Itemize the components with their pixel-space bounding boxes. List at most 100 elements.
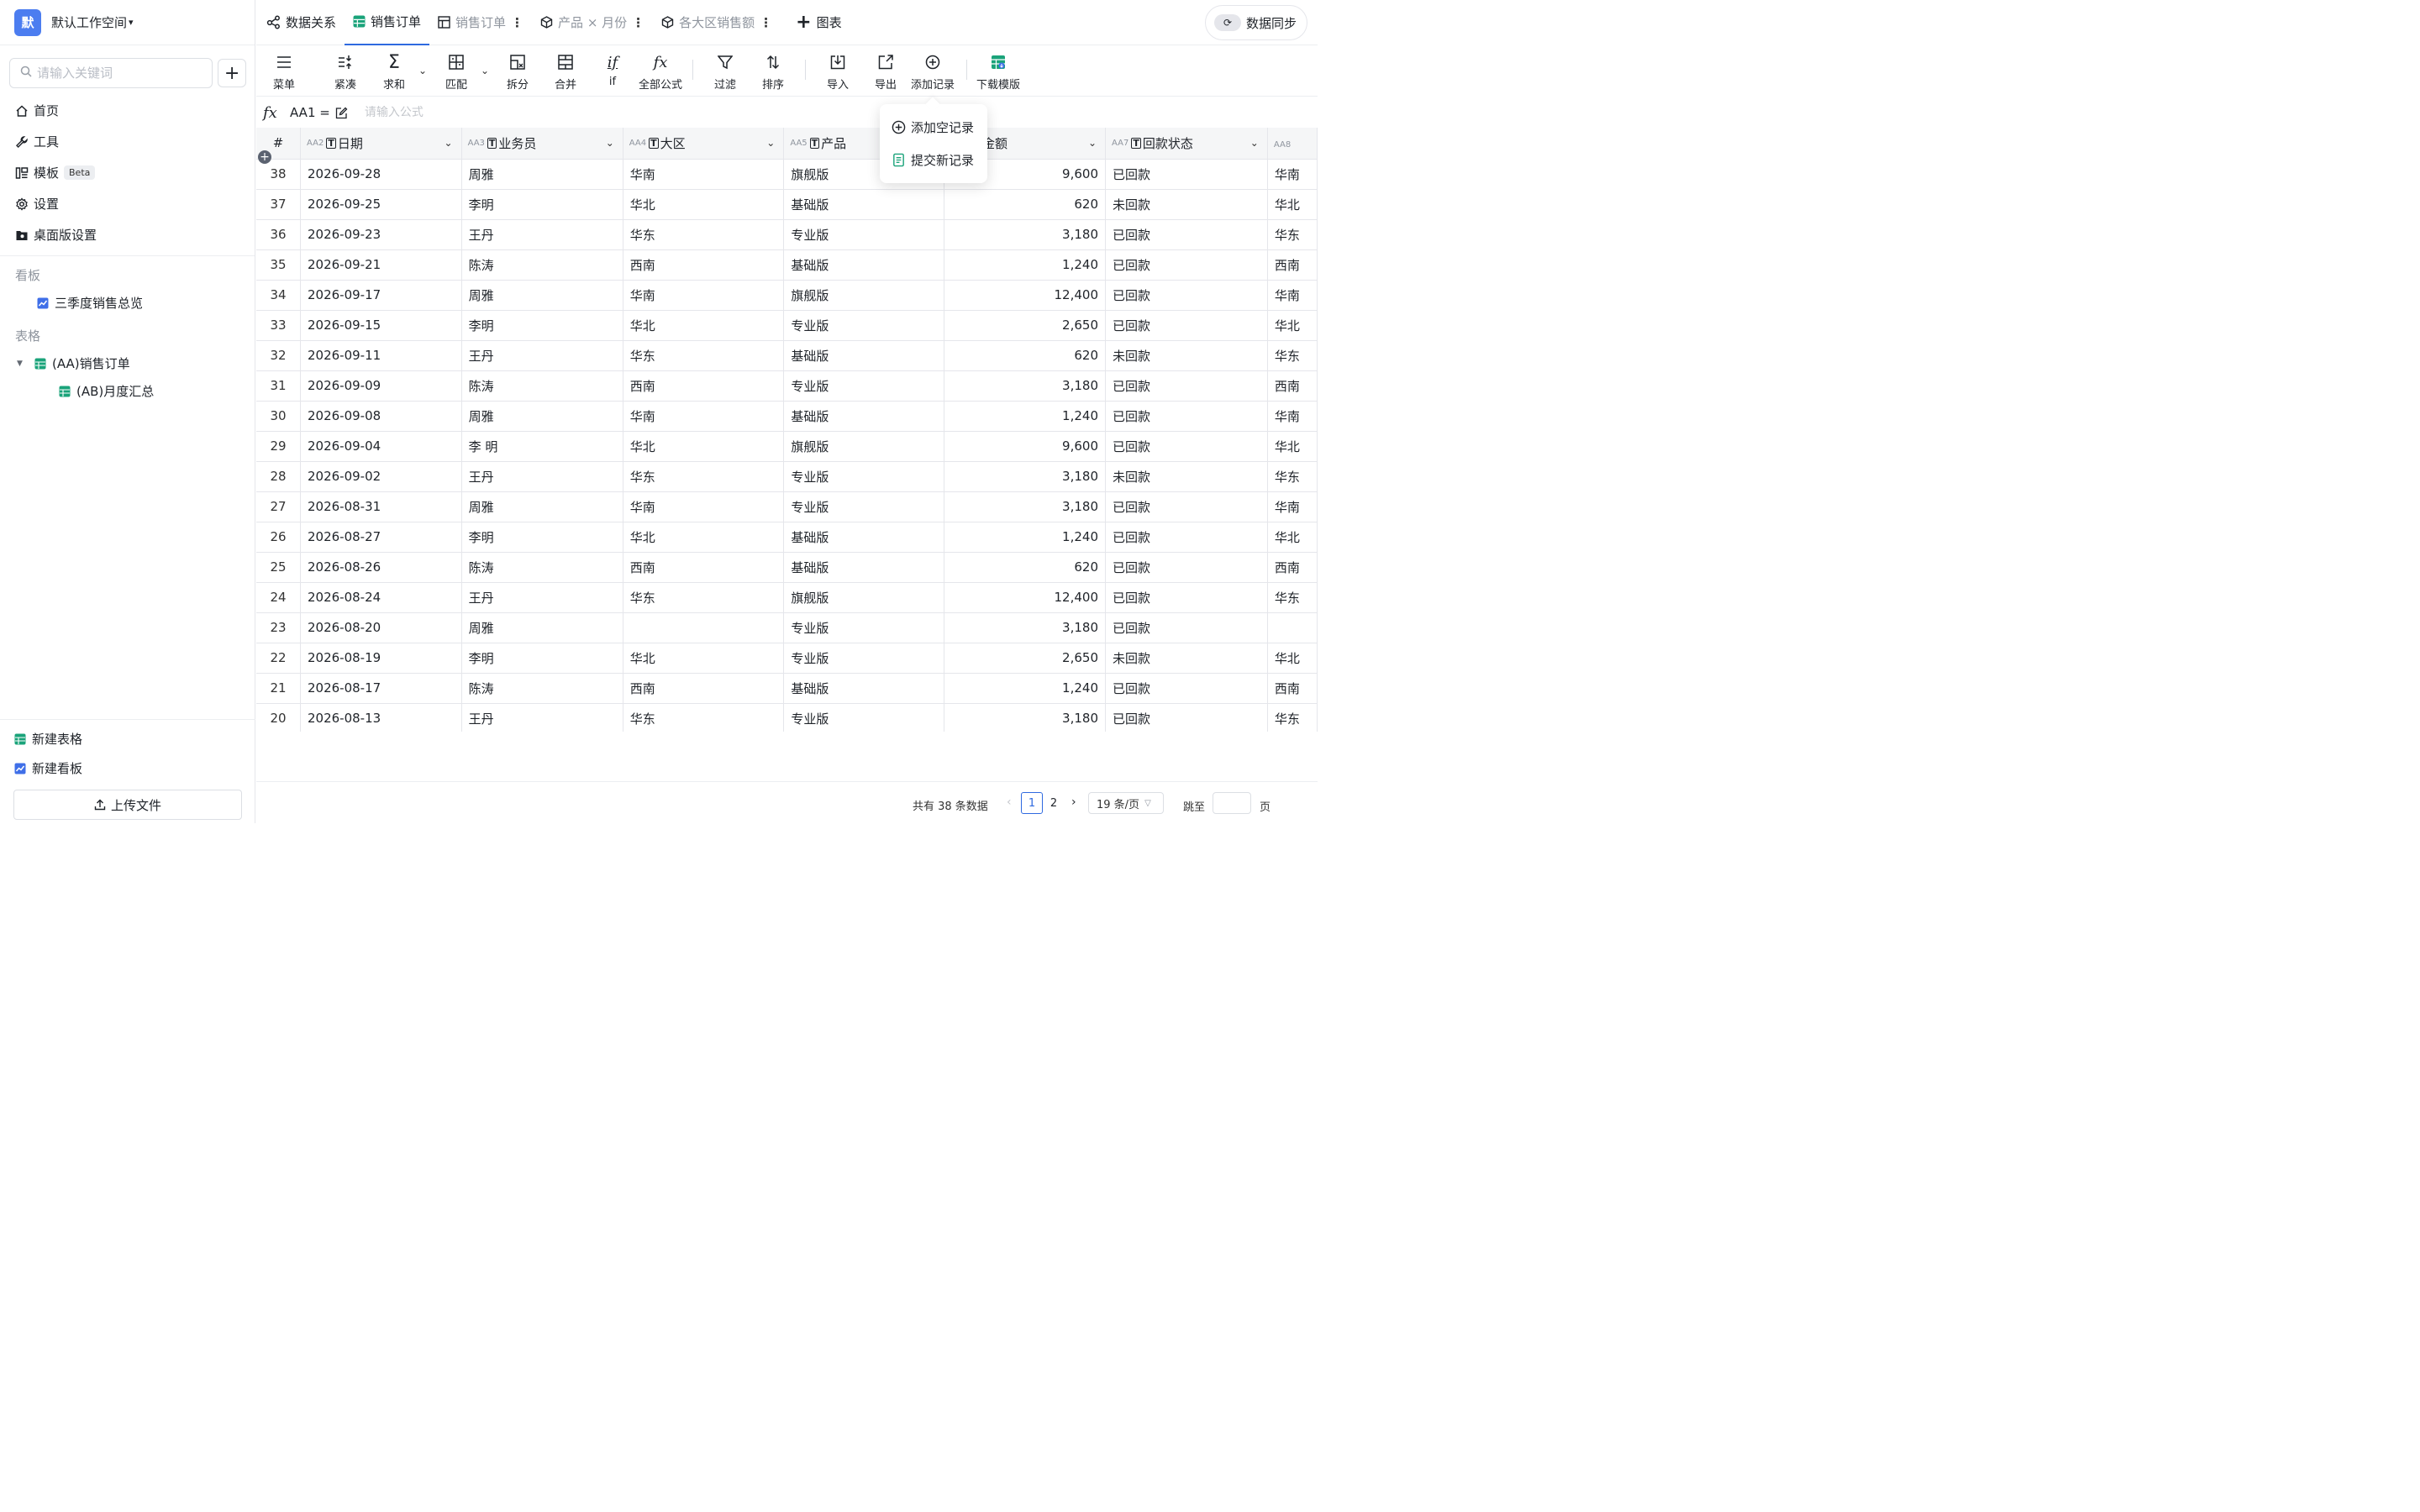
row-index[interactable]: 22 [256, 643, 301, 674]
product-cell[interactable]: 专业版 [783, 703, 945, 732]
row-index[interactable]: 20 [256, 703, 301, 732]
row-index[interactable]: 25 [256, 552, 301, 583]
amount-cell[interactable]: 9,600 [944, 431, 1106, 462]
chevron-down-icon[interactable]: ⌄ [606, 137, 614, 149]
table-item-ab[interactable]: (AB)月度汇总 [0, 377, 255, 405]
region-cell[interactable]: 华东 [623, 340, 785, 371]
chevron-down-icon[interactable]: ⌄ [1250, 137, 1259, 149]
table-row[interactable]: 23 2026-08-20 周雅 专业版 3,180 已回款 [256, 612, 1318, 643]
product-cell[interactable]: 基础版 [783, 552, 945, 583]
aa8-cell[interactable]: 华北 [1267, 643, 1318, 674]
payment-status-cell[interactable]: 已回款 [1105, 280, 1268, 311]
chevron-down-icon[interactable]: ⌄ [766, 137, 775, 149]
column-header-aa8[interactable]: AA8 [1267, 128, 1318, 160]
salesperson-cell[interactable]: 陈涛 [461, 249, 623, 281]
tab-region-sales[interactable]: 各大区销售额 ⋮ [653, 0, 781, 45]
payment-status-cell[interactable]: 已回款 [1105, 219, 1268, 250]
payment-status-cell[interactable]: 已回款 [1105, 703, 1268, 732]
table-row[interactable]: 20 2026-08-13 王丹 华东 专业版 3,180 已回款 华东 [256, 703, 1318, 732]
product-cell[interactable]: 基础版 [783, 522, 945, 553]
more-icon[interactable]: ⋮ [760, 15, 772, 30]
table-row[interactable]: 34 2026-09-17 周雅 华南 旗舰版 12,400 已回款 华南 [256, 280, 1318, 311]
dashboard-item[interactable]: 三季度销售总览 [0, 289, 255, 317]
salesperson-cell[interactable]: 周雅 [461, 280, 623, 311]
amount-cell[interactable]: 3,180 [944, 491, 1106, 522]
product-cell[interactable]: 专业版 [783, 461, 945, 492]
amount-cell[interactable]: 3,180 [944, 703, 1106, 732]
aa8-cell[interactable]: 华北 [1267, 431, 1318, 462]
table-row[interactable]: 21 2026-08-17 陈涛 西南 基础版 1,240 已回款 西南 [256, 673, 1318, 704]
row-index[interactable]: 23 [256, 612, 301, 643]
salesperson-cell[interactable]: 陈涛 [461, 370, 623, 402]
salesperson-cell[interactable]: 李明 [461, 643, 623, 674]
salesperson-cell[interactable]: 李 明 [461, 431, 623, 462]
data-sync-button[interactable]: ⟳ 数据同步 [1204, 5, 1307, 40]
salesperson-cell[interactable]: 陈涛 [461, 552, 623, 583]
salesperson-cell[interactable]: 王丹 [461, 461, 623, 492]
table-row[interactable]: 30 2026-09-08 周雅 华南 基础版 1,240 已回款 华南 [256, 401, 1318, 432]
compact-button[interactable]: 紧凑 [322, 51, 369, 92]
table-row[interactable]: 32 2026-09-11 王丹 华东 基础版 620 未回款 华东 [256, 340, 1318, 371]
aa8-cell[interactable]: 西南 [1267, 370, 1318, 402]
payment-status-cell[interactable]: 已回款 [1105, 431, 1268, 462]
aa8-cell[interactable]: 华东 [1267, 340, 1318, 371]
merge-button[interactable]: 合并 [542, 51, 589, 92]
chevron-down-icon[interactable]: ⌄ [481, 65, 489, 76]
region-cell[interactable]: 西南 [623, 249, 785, 281]
date-cell[interactable]: 2026-09-23 [300, 219, 462, 250]
if-button[interactable]: if if [589, 51, 636, 89]
row-index[interactable]: 32 [256, 340, 301, 371]
salesperson-cell[interactable]: 王丹 [461, 340, 623, 371]
region-cell[interactable]: 华北 [623, 522, 785, 553]
new-dashboard-button[interactable]: 新建看板 [0, 753, 255, 783]
table-row[interactable]: 29 2026-09-04 李 明华北 旗舰版 9,600 已回款 华北 [256, 431, 1318, 462]
table-row[interactable]: 27 2026-08-31 周雅 华南 专业版 3,180 已回款 华南 [256, 491, 1318, 522]
salesperson-cell[interactable]: 王丹 [461, 219, 623, 250]
amount-cell[interactable]: 3,180 [944, 461, 1106, 492]
aa8-cell[interactable]: 华南 [1267, 401, 1318, 432]
payment-status-cell[interactable]: 已回款 [1105, 582, 1268, 613]
chevron-down-icon[interactable]: ⌄ [1088, 137, 1097, 149]
search-input[interactable] [37, 66, 205, 81]
tab-data-relations[interactable]: 数据关系 [256, 0, 345, 45]
product-cell[interactable]: 基础版 [783, 189, 945, 220]
salesperson-cell[interactable]: 周雅 [461, 401, 623, 432]
table-row[interactable]: 37 2026-09-25 李明 华北 基础版 620 未回款 华北 [256, 189, 1318, 220]
payment-status-cell[interactable]: 已回款 [1105, 673, 1268, 704]
region-cell[interactable]: 华东 [623, 219, 785, 250]
page-2-button[interactable]: 2 [1043, 792, 1065, 814]
payment-status-cell[interactable]: 已回款 [1105, 612, 1268, 643]
payment-status-cell[interactable]: 已回款 [1105, 522, 1268, 553]
amount-cell[interactable]: 1,240 [944, 673, 1106, 704]
row-index[interactable]: 33 [256, 310, 301, 341]
payment-status-cell[interactable]: 已回款 [1105, 491, 1268, 522]
upload-button[interactable]: 上传文件 [13, 790, 242, 820]
aa8-cell[interactable]: 华东 [1267, 703, 1318, 732]
product-cell[interactable]: 旗舰版 [783, 582, 945, 613]
more-icon[interactable]: ⋮ [511, 15, 523, 30]
aa8-cell[interactable]: 华东 [1267, 461, 1318, 492]
amount-cell[interactable]: 12,400 [944, 280, 1106, 311]
row-index[interactable]: 36 [256, 219, 301, 250]
next-page-icon[interactable]: › [1071, 795, 1076, 809]
payment-status-cell[interactable]: 未回款 [1105, 461, 1268, 492]
row-index[interactable]: 28 [256, 461, 301, 492]
date-cell[interactable]: 2026-09-02 [300, 461, 462, 492]
column-header-date[interactable]: AA2 T 日期 ⌄ [300, 128, 462, 160]
chevron-down-icon[interactable]: ⌄ [418, 65, 427, 76]
nav-item-tools[interactable]: 工具 [0, 126, 255, 157]
region-cell[interactable]: 西南 [623, 552, 785, 583]
add-record-button[interactable]: 添加记录 [909, 51, 956, 92]
row-index[interactable]: 34 [256, 280, 301, 311]
product-cell[interactable]: 基础版 [783, 340, 945, 371]
tab-product-month[interactable]: 产品 × 月份 ⋮ [532, 0, 653, 45]
product-cell[interactable]: 专业版 [783, 219, 945, 250]
column-header-salesperson[interactable]: AA3 T 业务员 ⌄ [461, 128, 623, 160]
sum-button[interactable]: Σ 求和 [371, 51, 418, 92]
table-row[interactable]: 22 2026-08-19 李明 华北 专业版 2,650 未回款 华北 [256, 643, 1318, 674]
region-cell[interactable]: 华北 [623, 643, 785, 674]
amount-cell[interactable]: 3,180 [944, 612, 1106, 643]
new-table-button[interactable]: 新建表格 [0, 724, 255, 753]
amount-cell[interactable]: 1,240 [944, 249, 1106, 281]
region-cell[interactable]: 华东 [623, 582, 785, 613]
